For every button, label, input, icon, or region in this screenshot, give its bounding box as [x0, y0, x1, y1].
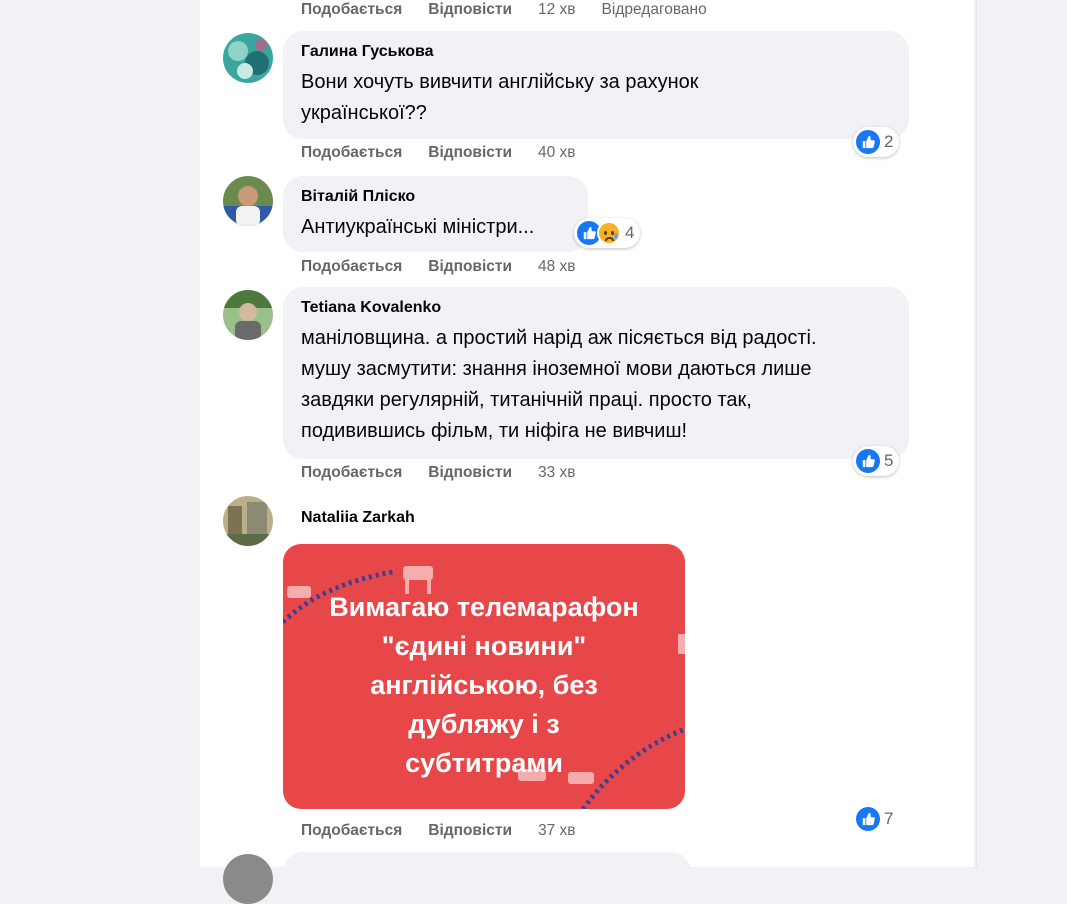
- like-link[interactable]: Подобається: [301, 144, 402, 162]
- comment-author[interactable]: Галина Гуськова: [301, 43, 891, 61]
- like-link[interactable]: Подобається: [301, 822, 402, 840]
- reaction-count: 7: [884, 809, 894, 828]
- comment-author[interactable]: Віталій Пліско: [301, 188, 570, 206]
- comment-actions: Подобається Відповісти 40 хв: [301, 144, 576, 162]
- caption-line: "єдині новини": [381, 631, 587, 661]
- avatar[interactable]: [223, 33, 273, 83]
- comment-actions: Подобається Відповісти 48 хв: [301, 258, 576, 276]
- image-caption: Вимагаю телемарафон "єдині новини" англі…: [283, 588, 685, 783]
- comment-bubble: Віталій Пліско Антиукраїнські міністри..…: [283, 176, 588, 252]
- reply-link[interactable]: Відповісти: [428, 258, 512, 276]
- like-icon: [856, 449, 880, 473]
- avatar[interactable]: [223, 496, 273, 546]
- reaction-count: 4: [625, 223, 635, 242]
- avatar[interactable]: [223, 290, 273, 340]
- caption-line: англійською, без: [370, 670, 598, 700]
- reaction-summary[interactable]: 5: [853, 446, 900, 476]
- comment-author[interactable]: Tetiana Kovalenko: [301, 299, 891, 317]
- reply-link[interactable]: Відповісти: [428, 464, 512, 482]
- comment-time[interactable]: 48 хв: [538, 258, 576, 276]
- comment-bubble: Галина Гуськова Вони хочуть вивчити англ…: [283, 31, 909, 139]
- like-icon: [856, 807, 880, 831]
- caption-line: субтитрами: [405, 748, 563, 778]
- comment-bubble: [283, 852, 691, 892]
- comment-text: завдяки регулярній, титанічній праці. пр…: [301, 389, 752, 411]
- like-link[interactable]: Подобається: [301, 1, 402, 19]
- reaction-count: 2: [884, 132, 894, 151]
- comment-time[interactable]: 33 хв: [538, 464, 576, 482]
- page-background-right: [976, 0, 1067, 867]
- comment-text: Вони хочуть вивчити англійську за рахуно…: [301, 71, 699, 93]
- reaction-count: 5: [884, 451, 894, 470]
- comment-text: мушу засмутити: знання іноземної мови да…: [301, 358, 812, 380]
- comment-text: подивившись фільм, ти ніфіга не вивчиш!: [301, 420, 688, 442]
- like-icon: [856, 130, 880, 154]
- reaction-summary[interactable]: 7: [853, 804, 899, 834]
- comment-bubble: Tetiana Kovalenko маніловщина. а простий…: [283, 287, 909, 459]
- reply-link[interactable]: Відповісти: [428, 822, 512, 840]
- avatar[interactable]: [223, 854, 273, 904]
- reply-link[interactable]: Відповісти: [428, 144, 512, 162]
- caption-line: Вимагаю телемарафон: [329, 592, 639, 622]
- comment-time[interactable]: 12 хв: [538, 1, 576, 19]
- reaction-summary[interactable]: 4: [574, 218, 641, 248]
- avatar[interactable]: [223, 176, 273, 226]
- reaction-summary[interactable]: 2: [853, 127, 900, 157]
- comment-text: української??: [301, 102, 427, 124]
- comment-time[interactable]: 37 хв: [538, 822, 576, 840]
- like-link[interactable]: Подобається: [301, 464, 402, 482]
- comment-author[interactable]: Nataliia Zarkah: [301, 509, 415, 527]
- comment-text: Антиукраїнські міністри...: [301, 216, 535, 238]
- comment-actions: Подобається Відповісти 33 хв: [301, 464, 576, 482]
- comment-actions: Подобається Відповісти 12 хв Відредагова…: [301, 1, 707, 19]
- edited-label: Відредаговано: [601, 1, 707, 18]
- sad-icon: [597, 221, 621, 245]
- comment-image[interactable]: Вимагаю телемарафон "єдині новини" англі…: [283, 544, 685, 809]
- comment-text: маніловщина. а простий нарід аж пісяєтьс…: [301, 327, 817, 349]
- comment-time[interactable]: 40 хв: [538, 144, 576, 162]
- comment-actions: Подобається Відповісти 37 хв: [301, 822, 576, 840]
- caption-line: дубляжу і з: [408, 709, 560, 739]
- reply-link[interactable]: Відповісти: [428, 1, 512, 19]
- like-link[interactable]: Подобається: [301, 258, 402, 276]
